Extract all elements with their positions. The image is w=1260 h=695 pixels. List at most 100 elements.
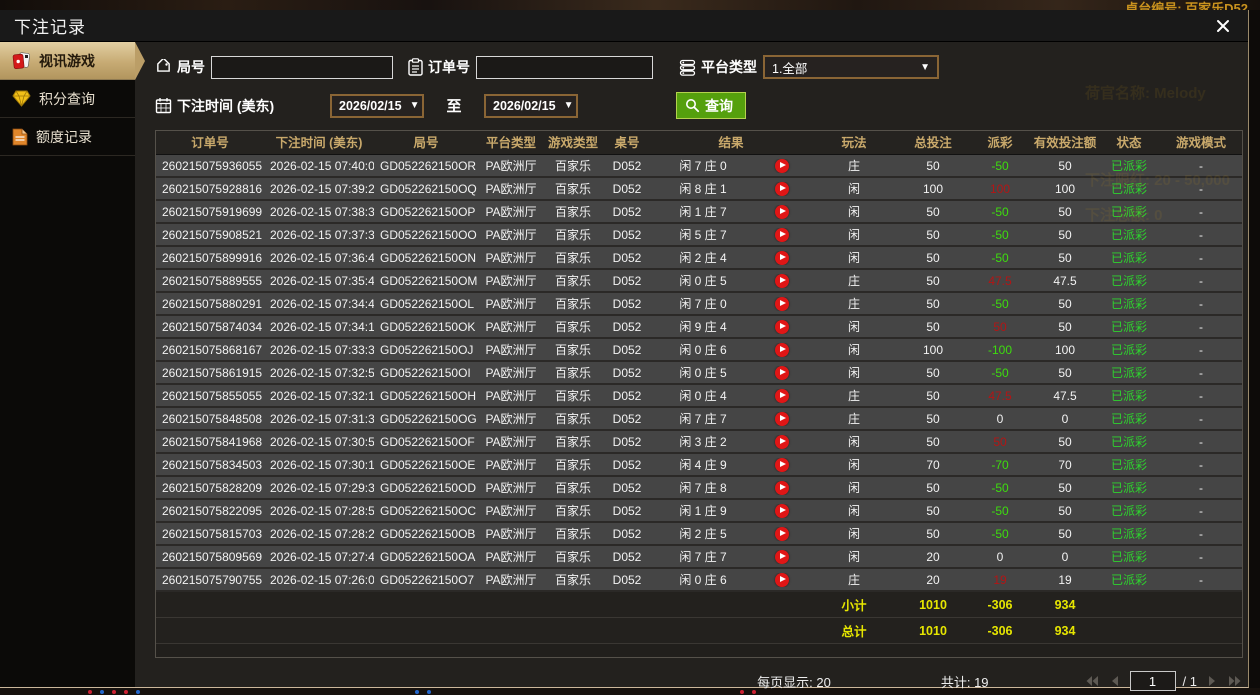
video-replay-icon[interactable] bbox=[775, 481, 789, 495]
cell-game-mode: - bbox=[1160, 297, 1242, 311]
table-body: 2602150759360552026-02-15 07:40:02GD0522… bbox=[156, 155, 1242, 592]
cell-play-type: 庄 bbox=[810, 410, 898, 427]
cell-play-type: 庄 bbox=[810, 571, 898, 588]
cell-game-mode: - bbox=[1160, 550, 1242, 564]
cell-order-number: 260215075848508 bbox=[156, 412, 264, 426]
search-icon bbox=[685, 98, 700, 113]
cell-payout: -50 bbox=[968, 527, 1032, 541]
video-replay-icon[interactable] bbox=[775, 366, 789, 380]
betting-records-dialog: 下注记录 荷官名称: Melody 下注限红: 20 - 50,000 下注总额… bbox=[0, 10, 1249, 688]
cell-order-number: 260215075841968 bbox=[156, 435, 264, 449]
cell-game-mode: - bbox=[1160, 527, 1242, 541]
last-page-icon[interactable] bbox=[1227, 674, 1243, 688]
video-replay-icon[interactable] bbox=[775, 573, 789, 587]
cell-platform-type: PA欧洲厅 bbox=[478, 180, 544, 197]
video-replay-icon[interactable] bbox=[775, 297, 789, 311]
video-replay-icon[interactable] bbox=[775, 435, 789, 449]
video-replay-icon[interactable] bbox=[775, 320, 789, 334]
video-replay-icon[interactable] bbox=[775, 343, 789, 357]
cell-game-type: 百家乐 bbox=[544, 502, 602, 519]
next-page-icon[interactable] bbox=[1204, 674, 1220, 688]
cell-game-type: 百家乐 bbox=[544, 433, 602, 450]
cell-bet-time: 2026-02-15 07:32:55 bbox=[264, 366, 374, 380]
cell-payout: -50 bbox=[968, 504, 1032, 518]
cell-valid-bet: 50 bbox=[1032, 297, 1098, 311]
replay-cell bbox=[754, 458, 810, 472]
sidebar-item-points-query[interactable]: 积分查询 bbox=[0, 80, 135, 118]
cell-status: 已派彩 bbox=[1098, 525, 1160, 542]
cell-result: 闲 2 庄 4 bbox=[652, 249, 754, 266]
date-to-select[interactable]: 2026/02/15 ▼ bbox=[484, 94, 578, 118]
platform-select[interactable]: 1.全部 ▼ bbox=[763, 55, 939, 79]
video-replay-icon[interactable] bbox=[775, 228, 789, 242]
cell-round-number: GD052262150O7 bbox=[374, 573, 478, 587]
date-from-select[interactable]: 2026/02/15 ▼ bbox=[330, 94, 424, 118]
filter-row-1: 局号 订单号 bbox=[155, 55, 1248, 79]
cell-order-number: 260215075889555 bbox=[156, 274, 264, 288]
cell-game-mode: - bbox=[1160, 458, 1242, 472]
cell-platform-type: PA欧洲厅 bbox=[478, 387, 544, 404]
video-replay-icon[interactable] bbox=[775, 527, 789, 541]
cell-valid-bet: 50 bbox=[1032, 504, 1098, 518]
sidebar-item-quota-records[interactable]: 额度记录 bbox=[0, 118, 135, 156]
cell-bet-time: 2026-02-15 07:37:30 bbox=[264, 228, 374, 242]
cell-order-number: 260215075919699 bbox=[156, 205, 264, 219]
cell-payout: 100 bbox=[968, 182, 1032, 196]
video-replay-icon[interactable] bbox=[775, 389, 789, 403]
cell-total-bet: 100 bbox=[898, 343, 968, 357]
round-input[interactable] bbox=[211, 56, 393, 79]
cell-game-type: 百家乐 bbox=[544, 364, 602, 381]
prev-page-icon[interactable] bbox=[1107, 674, 1123, 688]
cell-game-type: 百家乐 bbox=[544, 548, 602, 565]
cell-result: 闲 9 庄 4 bbox=[652, 318, 754, 335]
close-icon[interactable] bbox=[1212, 15, 1234, 37]
col-header: 平台类型 bbox=[478, 132, 544, 151]
video-replay-icon[interactable] bbox=[775, 251, 789, 265]
replay-cell bbox=[754, 320, 810, 334]
platform-selected-value: 1.全部 bbox=[772, 58, 807, 77]
col-header: 桌号 bbox=[602, 132, 652, 151]
grand-total-bet: 1010 bbox=[898, 624, 968, 638]
cell-game-mode: - bbox=[1160, 504, 1242, 518]
query-button[interactable]: 查询 bbox=[676, 92, 746, 119]
platform-label: 平台类型 bbox=[701, 57, 757, 77]
video-replay-icon[interactable] bbox=[775, 550, 789, 564]
cell-total-bet: 50 bbox=[898, 527, 968, 541]
cell-round-number: GD052262150OH bbox=[374, 389, 478, 403]
cell-total-bet: 100 bbox=[898, 182, 968, 196]
grand-total-row: 总计 1010 -306 934 bbox=[156, 618, 1242, 644]
cell-game-type: 百家乐 bbox=[544, 387, 602, 404]
video-replay-icon[interactable] bbox=[775, 205, 789, 219]
cell-total-bet: 50 bbox=[898, 251, 968, 265]
video-replay-icon[interactable] bbox=[775, 412, 789, 426]
replay-cell bbox=[754, 205, 810, 219]
cell-platform-type: PA欧洲厅 bbox=[478, 479, 544, 496]
table-row: 2602150758999162026-02-15 07:36:41GD0522… bbox=[156, 247, 1242, 270]
cell-bet-time: 2026-02-15 07:40:02 bbox=[264, 159, 374, 173]
video-replay-icon[interactable] bbox=[775, 458, 789, 472]
video-replay-icon[interactable] bbox=[775, 504, 789, 518]
grand-total-payout: -306 bbox=[968, 624, 1032, 638]
table-row: 2602150758345032026-02-15 07:30:12GD0522… bbox=[156, 454, 1242, 477]
cell-round-number: GD052262150OI bbox=[374, 366, 478, 380]
grand-total-label: 总计 bbox=[810, 621, 898, 640]
first-page-icon[interactable] bbox=[1084, 674, 1100, 688]
cell-valid-bet: 50 bbox=[1032, 159, 1098, 173]
cell-payout: 47.5 bbox=[968, 274, 1032, 288]
cell-payout: 0 bbox=[968, 412, 1032, 426]
cell-game-type: 百家乐 bbox=[544, 525, 602, 542]
cell-round-number: GD052262150OJ bbox=[374, 343, 478, 357]
video-replay-icon[interactable] bbox=[775, 182, 789, 196]
cell-result: 闲 2 庄 5 bbox=[652, 525, 754, 542]
col-header: 有效投注额 bbox=[1032, 132, 1098, 151]
video-replay-icon[interactable] bbox=[775, 159, 789, 173]
sidebar: 视讯游戏 积分查询 bbox=[0, 42, 135, 687]
col-header: 派彩 bbox=[968, 132, 1032, 151]
cell-table-number: D052 bbox=[602, 251, 652, 265]
page-number-input[interactable] bbox=[1130, 671, 1176, 691]
video-replay-icon[interactable] bbox=[775, 274, 789, 288]
order-input[interactable] bbox=[476, 56, 653, 79]
cell-game-mode: - bbox=[1160, 435, 1242, 449]
table-row: 2602150759196992026-02-15 07:38:30GD0522… bbox=[156, 201, 1242, 224]
sidebar-item-video-games[interactable]: 视讯游戏 bbox=[0, 42, 135, 80]
